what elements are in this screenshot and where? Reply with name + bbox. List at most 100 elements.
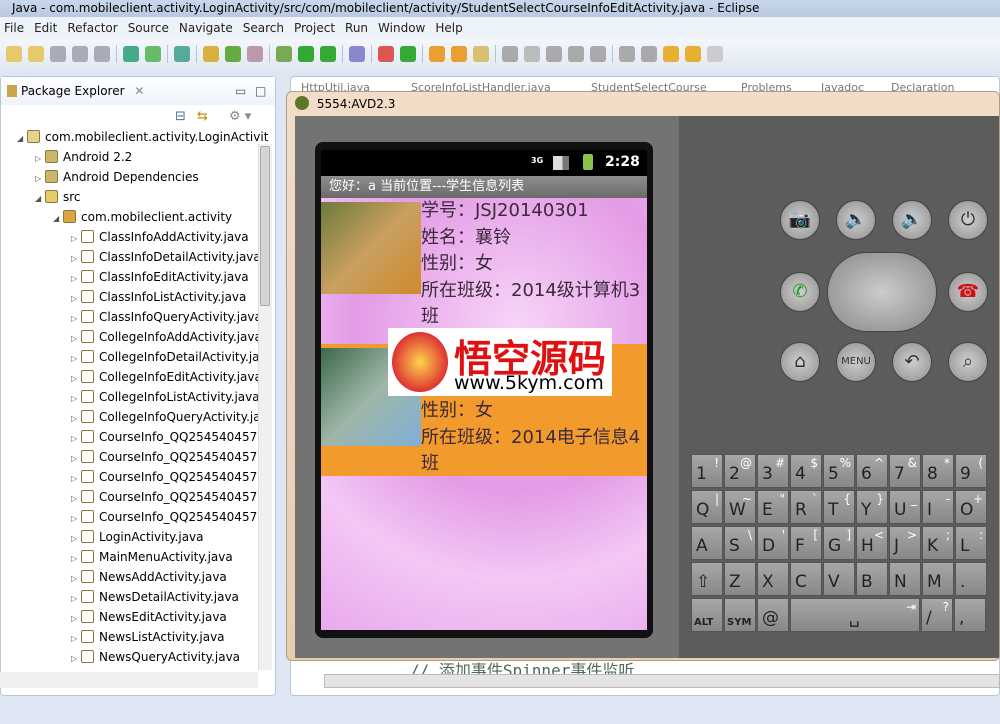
tree-item[interactable]: ▷ NewsDetailActivity.java xyxy=(1,587,239,607)
toolbar-button-icon[interactable] xyxy=(276,46,292,62)
key-3-1[interactable]: Z xyxy=(724,562,756,596)
menu-edit[interactable]: Edit xyxy=(34,21,57,35)
expand-toggle-icon[interactable]: ▷ xyxy=(71,569,81,589)
toolbar-button-icon[interactable] xyxy=(685,46,701,62)
key-4-5[interactable]: , xyxy=(954,598,986,632)
tree-item[interactable]: ▷ Android Dependencies xyxy=(1,167,199,187)
toolbar-button-icon[interactable] xyxy=(502,46,518,62)
menu-button[interactable]: MENU xyxy=(836,342,876,382)
expand-toggle-icon[interactable]: ▷ xyxy=(71,249,81,269)
toolbar-button-icon[interactable] xyxy=(400,46,416,62)
end-call-button-icon[interactable]: ☎ xyxy=(948,272,988,312)
toolbar-button-icon[interactable] xyxy=(707,46,723,62)
maximize-icon[interactable]: □ xyxy=(255,77,266,105)
volume-up-button-icon[interactable]: 🔊 xyxy=(892,200,932,240)
toolbar-button-icon[interactable] xyxy=(663,46,679,62)
expand-toggle-icon[interactable]: ▷ xyxy=(71,489,81,509)
key-0-5[interactable]: 6 ^ xyxy=(856,454,888,488)
key-0-1[interactable]: 2 @ xyxy=(724,454,756,488)
expand-toggle-icon[interactable]: ▷ xyxy=(71,269,81,289)
key-1-4[interactable]: T{ xyxy=(823,490,855,524)
key-2-4[interactable]: G] xyxy=(823,526,855,560)
toolbar-button-icon[interactable] xyxy=(429,46,445,62)
key-0-3[interactable]: 4 $ xyxy=(790,454,822,488)
tree-item[interactable]: ▷ CollegeInfoListActivity.java xyxy=(1,387,260,407)
toolbar-button-icon[interactable] xyxy=(378,46,394,62)
key-1-5[interactable]: Y} xyxy=(856,490,888,524)
key-4-0[interactable]: ALT xyxy=(691,598,723,632)
key-2-7[interactable]: K; xyxy=(922,526,954,560)
expand-toggle-icon[interactable]: ▷ xyxy=(71,309,81,329)
toolbar-button-icon[interactable] xyxy=(145,46,161,62)
key-2-2[interactable]: D ' xyxy=(757,526,789,560)
key-0-4[interactable]: 5% xyxy=(823,454,855,488)
menu-run[interactable]: Run xyxy=(345,21,368,35)
key-2-6[interactable]: J > xyxy=(889,526,921,560)
toolbar-button-icon[interactable] xyxy=(349,46,365,62)
toolbar-button-icon[interactable] xyxy=(6,46,22,62)
key-0-8[interactable]: 9( xyxy=(955,454,987,488)
key-2-5[interactable]: H < xyxy=(856,526,888,560)
toolbar-button-icon[interactable] xyxy=(298,46,314,62)
expand-toggle-icon[interactable]: ▷ xyxy=(71,329,81,349)
dpad[interactable] xyxy=(827,252,937,332)
menu-navigate[interactable]: Navigate xyxy=(179,21,233,35)
key-1-7[interactable]: I- xyxy=(922,490,954,524)
collapse-all-icon[interactable]: ⊟ xyxy=(175,109,186,124)
toolbar-button-icon[interactable] xyxy=(546,46,562,62)
tree-item[interactable]: ▷ CourseInfo_QQ254540457 xyxy=(1,447,257,467)
tree-item[interactable]: ▷ NewsListActivity.java xyxy=(1,627,225,647)
volume-down-button-icon[interactable]: 🔉 xyxy=(836,200,876,240)
key-3-4[interactable]: V xyxy=(823,562,855,596)
key-3-8[interactable]: . xyxy=(955,562,987,596)
tree-item[interactable]: ▷ NewsAddActivity.java xyxy=(1,567,227,587)
expand-toggle-icon[interactable]: ▷ xyxy=(71,289,81,309)
expand-toggle-icon[interactable]: ▷ xyxy=(71,649,81,669)
key-0-7[interactable]: 8 * xyxy=(922,454,954,488)
tree-item[interactable]: ▷ ClassInfoAddActivity.java xyxy=(1,227,249,247)
tree-item[interactable]: ▷ ClassInfoQueryActivity.java xyxy=(1,307,262,327)
key-0-2[interactable]: 3 # xyxy=(757,454,789,488)
toolbar-button-icon[interactable] xyxy=(174,46,190,62)
toolbar-button-icon[interactable] xyxy=(473,46,489,62)
scrollbar-thumb[interactable] xyxy=(260,146,270,306)
tree-item[interactable]: ▷ Android 2.2 xyxy=(1,147,132,167)
key-4-2[interactable]: @ xyxy=(757,598,789,632)
menu-help[interactable]: Help xyxy=(435,21,462,35)
toolbar-button-icon[interactable] xyxy=(320,46,336,62)
key-1-8[interactable]: O + xyxy=(955,490,987,524)
tree-item[interactable]: ◢ com.mobileclient.activity.LoginActivit xyxy=(1,127,268,147)
key-2-0[interactable]: A xyxy=(691,526,723,560)
tree-item[interactable]: ▷ CourseInfo_QQ254540457 xyxy=(1,487,257,507)
search-button-icon[interactable]: ⌕ xyxy=(948,342,988,382)
key-0-6[interactable]: 7 & xyxy=(889,454,921,488)
key-3-7[interactable]: M xyxy=(922,562,954,596)
expand-toggle-icon[interactable]: ▷ xyxy=(71,629,81,649)
key-2-1[interactable]: S \ xyxy=(724,526,756,560)
key-1-2[interactable]: E " xyxy=(757,490,789,524)
expand-toggle-icon[interactable]: ▷ xyxy=(71,509,81,529)
menu-refactor[interactable]: Refactor xyxy=(67,21,117,35)
key-4-4[interactable]: /? xyxy=(921,598,953,632)
toolbar-button-icon[interactable] xyxy=(72,46,88,62)
camera-button-icon[interactable]: 📷 xyxy=(780,200,820,240)
tree-item[interactable]: ▷ MainMenuActivity.java xyxy=(1,547,233,567)
minimize-icon[interactable]: ▭ xyxy=(235,77,246,105)
expand-toggle-icon[interactable]: ▷ xyxy=(71,529,81,549)
back-button-icon[interactable]: ↶ xyxy=(892,342,932,382)
toolbar-button-icon[interactable] xyxy=(451,46,467,62)
toolbar-button-icon[interactable] xyxy=(524,46,540,62)
tree-item[interactable]: ▷ CourseInfo_QQ254540457 xyxy=(1,467,257,487)
toolbar-button-icon[interactable] xyxy=(225,46,241,62)
tree-item[interactable]: ▷ ClassInfoDetailActivity.java xyxy=(1,247,261,267)
tree-item[interactable]: ▷ ClassInfoListActivity.java xyxy=(1,287,246,307)
tree-item[interactable]: ▷ ClassInfoEditActivity.java xyxy=(1,267,249,287)
editor-horizontal-scrollbar[interactable] xyxy=(324,674,1000,688)
tree-item[interactable]: ▷ CourseInfo_QQ254540457. xyxy=(1,427,261,447)
key-3-5[interactable]: B xyxy=(856,562,888,596)
key-0-0[interactable]: 1! xyxy=(691,454,723,488)
student-list[interactable]: 学号：JSJ20140301 姓名：襄铃 性别：女 所在班级：2014级计算机3… xyxy=(321,198,647,630)
key-2-3[interactable]: F[ xyxy=(790,526,822,560)
expand-toggle-icon[interactable]: ▷ xyxy=(71,429,81,449)
toolbar-button-icon[interactable] xyxy=(28,46,44,62)
